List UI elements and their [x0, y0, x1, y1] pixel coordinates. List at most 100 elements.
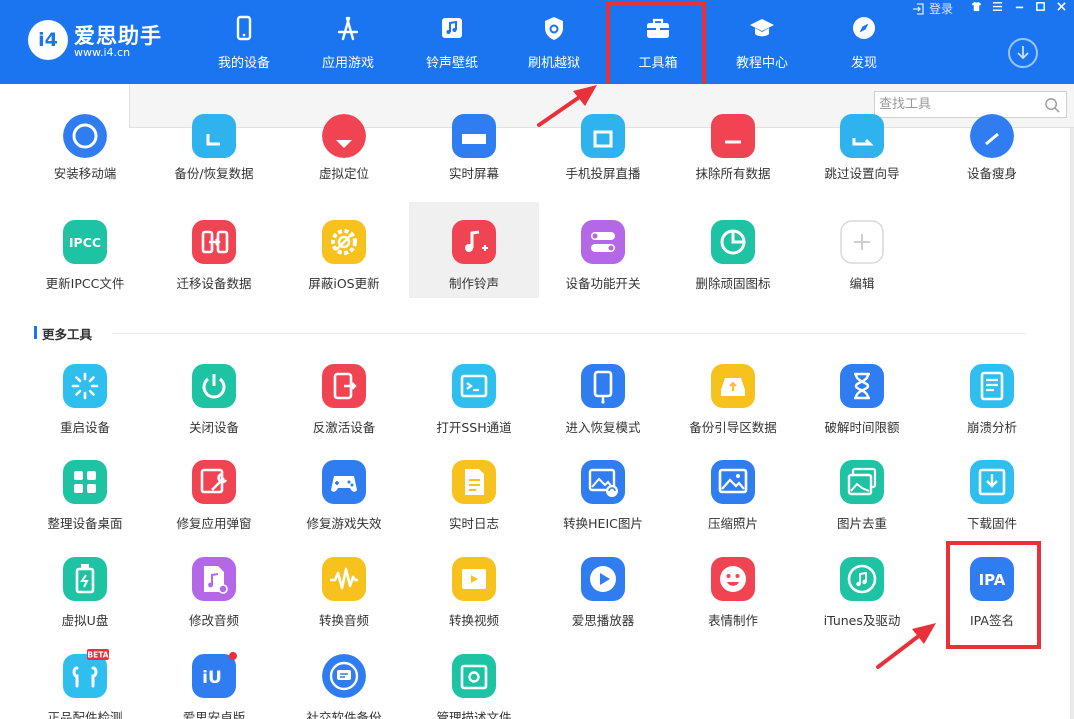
scrollbar-track[interactable]: [1070, 128, 1074, 719]
tool-label: 抹除所有数据: [695, 166, 771, 181]
tool-restart-device[interactable]: 重启设备: [20, 346, 150, 442]
svg-text:IPCC: IPCC: [69, 235, 101, 250]
tool-itunes-drivers[interactable]: iTunes及驱动: [797, 539, 927, 635]
gamepad-icon: [322, 460, 366, 504]
deactivate-icon: [322, 364, 366, 408]
nav-label: 刷机越狱: [527, 56, 580, 71]
tool-device-slim[interactable]: 设备瘦身: [927, 114, 1057, 224]
login-link[interactable]: 登录: [929, 1, 963, 17]
tool-feature-switches[interactable]: 设备功能开关: [538, 202, 668, 298]
nav-my-device[interactable]: 我的设备: [192, 0, 296, 84]
ipcc-icon: IPCC: [63, 220, 107, 264]
search-icon[interactable]: [1044, 97, 1061, 114]
tool-label: 屏蔽iOS更新: [308, 276, 380, 291]
plus-icon: [840, 220, 884, 264]
tool-label: 转换音频: [318, 613, 369, 628]
tool-edit[interactable]: 编辑: [797, 202, 927, 298]
tool-label: iTunes及驱动: [823, 613, 901, 628]
login-icon[interactable]: [912, 1, 926, 17]
tool-backup-boot-data[interactable]: 备份引导区数据: [668, 346, 798, 442]
tool-download-firmware[interactable]: 下载固件: [927, 442, 1057, 538]
tool-convert-video[interactable]: 转换视频: [409, 539, 539, 635]
nav-toolbox[interactable]: 工具箱: [606, 0, 710, 84]
search-input[interactable]: [879, 95, 1039, 114]
tool-i4-player[interactable]: 爱思播放器: [538, 539, 668, 635]
maximize-icon[interactable]: [1032, 1, 1048, 16]
tool-label: 打开SSH通道: [436, 420, 512, 435]
restart-spinner-icon: [63, 364, 107, 408]
tool-open-ssh[interactable]: 打开SSH通道: [409, 346, 539, 442]
tool-accessory-check[interactable]: BETA 正品配件检测: [20, 636, 150, 719]
tool-recovery-mode[interactable]: 进入恢复模式: [538, 346, 668, 442]
tool-fix-app-popup[interactable]: 修复应用弹窗: [149, 442, 279, 538]
tool-convert-heic[interactable]: 转换HEIC图片: [538, 442, 668, 538]
tool-label: 更新IPCC文件: [45, 276, 125, 291]
tool-ipa-sign[interactable]: IPA IPA签名: [927, 539, 1057, 635]
shirt-icon[interactable]: [968, 1, 984, 16]
tool-label: 虚拟U盘: [61, 613, 109, 628]
ipa-icon: IPA: [970, 557, 1014, 601]
tool-i4-android[interactable]: iU 爱思安卓版: [149, 636, 279, 719]
tool-label: 手机投屏直播: [565, 166, 641, 181]
nav-discover[interactable]: 发现: [812, 0, 916, 84]
tool-shutdown-device[interactable]: 关闭设备: [149, 346, 279, 442]
nav-label: 发现: [850, 56, 877, 71]
tool-label: 转换HEIC图片: [563, 516, 643, 531]
app-window: i4 爱思助手 www.i4.cn 我的设备 应用游戏 铃声壁纸 刷机越狱 工具…: [0, 0, 1074, 719]
tool-convert-audio[interactable]: 转换音频: [279, 539, 409, 635]
tool-crash-analysis[interactable]: 崩溃分析: [927, 346, 1057, 442]
tool-migrate-data[interactable]: 迁移设备数据: [149, 202, 279, 298]
tool-edit-audio[interactable]: 修改音频: [149, 539, 279, 635]
tool-dedupe-images[interactable]: 图片去重: [797, 442, 927, 538]
minimize-icon[interactable]: [1011, 1, 1027, 16]
svg-text:IPA: IPA: [979, 571, 1006, 589]
migrate-icon: [192, 220, 236, 264]
nav-flash-jailbreak[interactable]: 刷机越狱: [502, 0, 606, 84]
nav-label: 应用游戏: [321, 56, 374, 71]
download-button[interactable]: [1008, 38, 1038, 68]
itunes-icon: [840, 557, 884, 601]
tool-social-backup[interactable]: 社交软件备份: [279, 636, 409, 719]
skip-icon: [840, 114, 884, 158]
nav-apps-games[interactable]: 应用游戏: [296, 0, 400, 84]
toggle-switch-icon: [581, 220, 625, 264]
section-divider: [112, 333, 1026, 334]
tool-compress-photos[interactable]: 压缩照片: [668, 442, 798, 538]
nav-ringtones-wallpapers[interactable]: 铃声壁纸: [400, 0, 504, 84]
tool-emoji-maker[interactable]: 表情制作: [668, 539, 798, 635]
close-icon[interactable]: [1053, 1, 1069, 16]
tool-fix-game[interactable]: 修复游戏失效: [279, 442, 409, 538]
log-document-icon: [452, 460, 496, 504]
pie-clock-icon: [711, 220, 755, 264]
tool-label: 修复应用弹窗: [176, 516, 252, 531]
waveform-icon: [322, 557, 366, 601]
tool-break-time-limit[interactable]: 破解时间限额: [797, 346, 927, 442]
audio-file-icon: [192, 557, 236, 601]
tool-block-ios-update[interactable]: 屏蔽iOS更新: [279, 202, 409, 298]
menu-icon[interactable]: [989, 1, 1005, 16]
tool-label: 正品配件检测: [47, 710, 123, 719]
app-url: www.i4.cn: [74, 46, 131, 59]
tool-manage-profiles[interactable]: 管理描述文件: [409, 636, 539, 719]
search-box[interactable]: [874, 91, 1067, 118]
i4-android-icon: iU: [192, 652, 237, 698]
tool-realtime-log[interactable]: 实时日志: [409, 442, 539, 538]
screen-icon: [452, 114, 496, 158]
tool-virtual-udisk[interactable]: 虚拟U盘: [20, 539, 150, 635]
tool-label: 表情制作: [707, 613, 758, 628]
tool-label: 进入恢复模式: [565, 420, 641, 435]
tool-organize-desktop[interactable]: 整理设备桌面: [20, 442, 150, 538]
tool-make-ringtone[interactable]: 制作铃声: [409, 202, 539, 298]
tool-deactivate-device[interactable]: 反激活设备: [279, 346, 409, 442]
tool-update-ipcc[interactable]: IPCC 更新IPCC文件: [20, 202, 150, 298]
video-file-icon: [452, 557, 496, 601]
tool-label: 实时屏幕: [448, 166, 499, 181]
nav-label: 我的设备: [217, 56, 270, 71]
tool-label: 备份引导区数据: [689, 420, 777, 435]
nav-tutorial-center[interactable]: 教程中心: [710, 0, 814, 84]
tool-delete-stubborn-icons[interactable]: 删除顽固图标: [668, 202, 798, 298]
svg-text:BETA: BETA: [87, 651, 108, 660]
tool-label: 反激活设备: [312, 420, 376, 435]
graduation-cap-icon: [750, 19, 774, 37]
earbuds-icon: BETA: [63, 649, 109, 698]
